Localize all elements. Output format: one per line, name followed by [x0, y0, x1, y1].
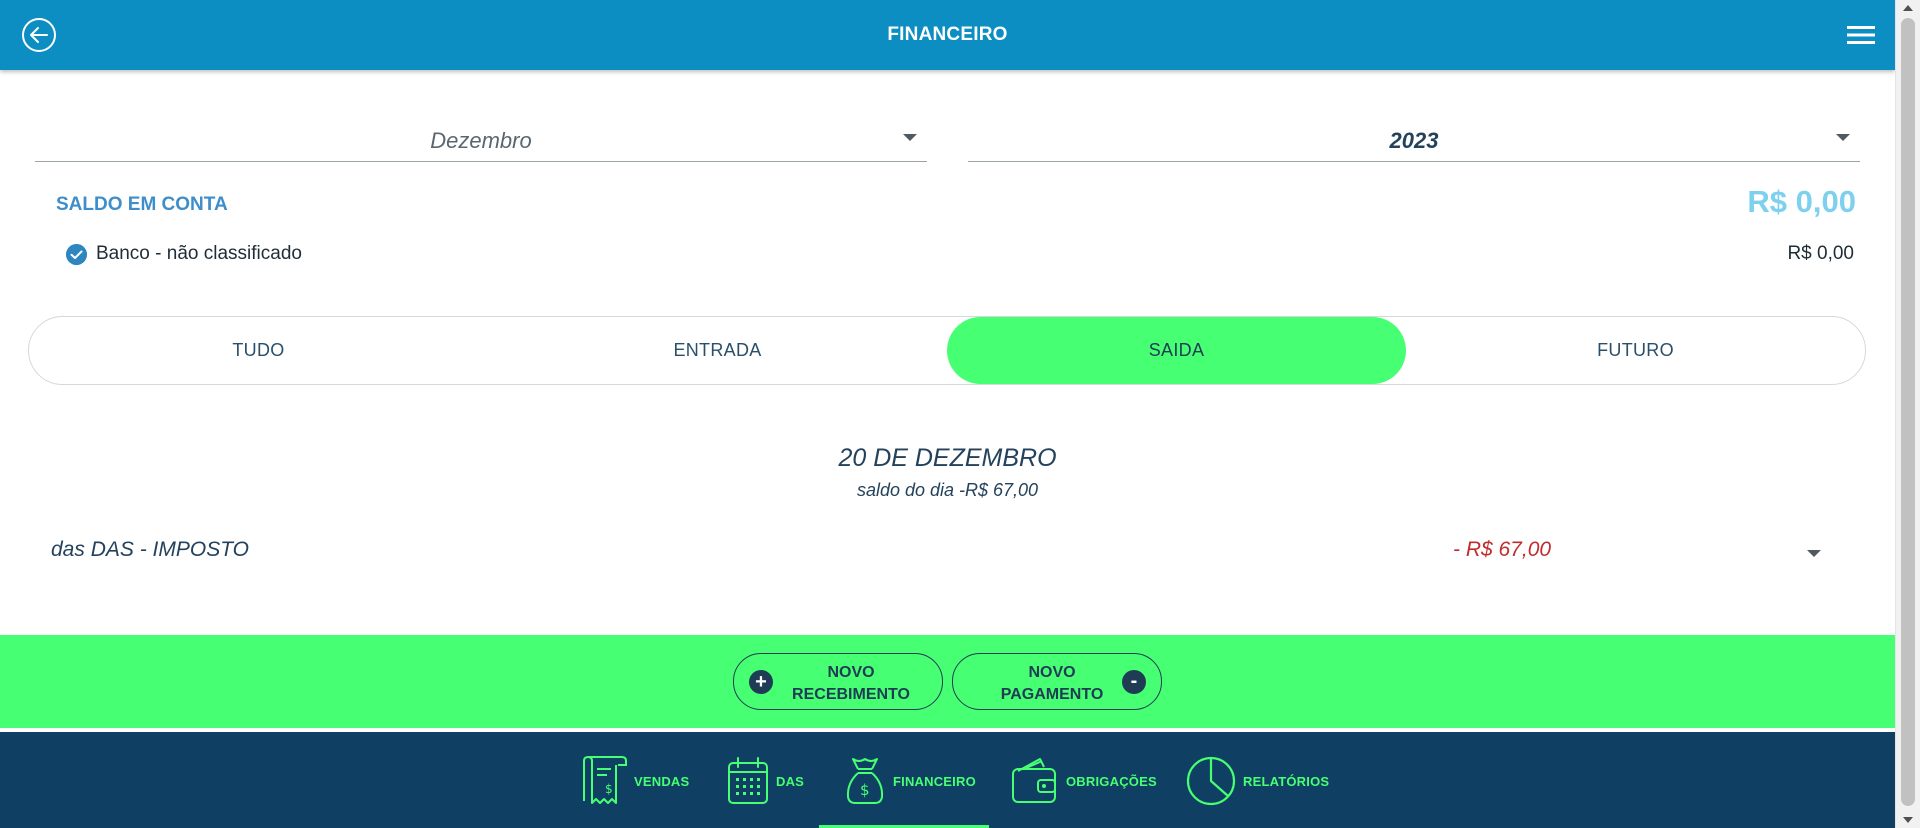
nav-item-vendas[interactable]: $ VENDAS [578, 752, 689, 810]
scrollbar-thumb[interactable] [1901, 18, 1915, 806]
novo-recebimento-button[interactable]: + NOVO RECEBIMENTO [733, 653, 943, 710]
dropdown-caret-icon [903, 134, 917, 141]
check-circle-icon[interactable] [66, 244, 87, 265]
top-app-bar: FINANCEIRO [0, 0, 1895, 70]
year-select-value: 2023 [1389, 128, 1439, 153]
nav-label-das: DAS [776, 773, 805, 789]
page-title: FINANCEIRO [887, 24, 1008, 45]
transaction-amount: - R$ 67,00 [1453, 538, 1552, 561]
svg-text:$: $ [860, 781, 870, 799]
novo-pagamento-line1: NOVO [1028, 664, 1076, 681]
novo-recebimento-line1: NOVO [827, 664, 875, 681]
nav-item-obrigacoes[interactable]: OBRIGAÇÕES [1010, 752, 1157, 810]
year-select[interactable]: 2023 [968, 118, 1860, 162]
novo-pagamento-label: NOVO PAGAMENTO [977, 662, 1127, 706]
tab-saida[interactable]: SAIDA [947, 317, 1406, 384]
month-select-value: Dezembro [430, 128, 532, 153]
money-bag-icon: $ [846, 758, 884, 804]
expand-caret-icon[interactable] [1807, 550, 1821, 557]
nav-label-financeiro: FINANCEIRO [893, 773, 976, 789]
back-arrow-icon[interactable] [21, 17, 57, 53]
novo-pagamento-button[interactable]: NOVO PAGAMENTO - [952, 653, 1162, 710]
day-heading: 20 DE DEZEMBRO [838, 444, 1057, 472]
tab-tudo[interactable]: TUDO [29, 317, 488, 384]
saldo-total: R$ 0,00 [1747, 184, 1856, 219]
novo-recebimento-label: NOVO RECEBIMENTO [776, 662, 926, 706]
novo-recebimento-line2: RECEBIMENTO [792, 686, 910, 703]
filter-tabs: TUDO ENTRADA SAIDA FUTURO [28, 316, 1866, 385]
transaction-row[interactable]: das DAS - IMPOSTO - R$ 67,00 [51, 538, 1821, 568]
hamburger-menu-icon[interactable] [1847, 24, 1875, 46]
calendar-icon [728, 757, 768, 804]
scroll-down-arrow-icon[interactable] [1903, 817, 1913, 823]
nav-label-vendas: VENDAS [634, 773, 690, 789]
pie-chart-icon [1186, 756, 1236, 806]
bottom-navigation: $ VENDAS DAS $ FINANCEIRO OBRIGAÇÕES REL… [0, 732, 1895, 828]
saldo-label: SALDO EM CONTA [56, 194, 228, 215]
nav-item-financeiro[interactable]: $ FINANCEIRO [843, 752, 976, 810]
nav-label-relatorios: RELATÓRIOS [1243, 773, 1330, 789]
plus-circle-icon: + [749, 670, 773, 694]
novo-pagamento-line2: PAGAMENTO [1000, 686, 1104, 703]
dropdown-caret-icon [1836, 134, 1850, 141]
svg-text:$: $ [605, 782, 613, 796]
day-balance: saldo do dia -R$ 67,00 [856, 480, 1039, 500]
action-bar: + NOVO RECEBIMENTO NOVO PAGAMENTO - [0, 635, 1895, 728]
account-balance: R$ 0,00 [1787, 243, 1854, 264]
account-row[interactable]: Banco - não classificado R$ 0,00 [66, 242, 1854, 266]
month-select[interactable]: Dezembro [35, 118, 927, 162]
account-name: Banco - não classificado [96, 243, 302, 264]
wallet-icon [1012, 758, 1056, 803]
nav-label-obrigacoes: OBRIGAÇÕES [1066, 773, 1157, 789]
nav-item-relatorios[interactable]: RELATÓRIOS [1185, 752, 1329, 810]
scroll-up-arrow-icon[interactable] [1903, 5, 1913, 11]
app-root: FINANCEIRO Dezembro 2023 SALDO EM CONTA … [0, 0, 1920, 828]
minus-circle-icon: - [1122, 670, 1146, 694]
transaction-label: das DAS - IMPOSTO [51, 538, 249, 561]
vertical-scrollbar[interactable] [1895, 0, 1920, 828]
receipt-icon: $ [583, 756, 627, 804]
tab-entrada[interactable]: ENTRADA [488, 317, 947, 384]
tab-futuro[interactable]: FUTURO [1406, 317, 1865, 384]
nav-item-das[interactable]: DAS [726, 752, 804, 810]
